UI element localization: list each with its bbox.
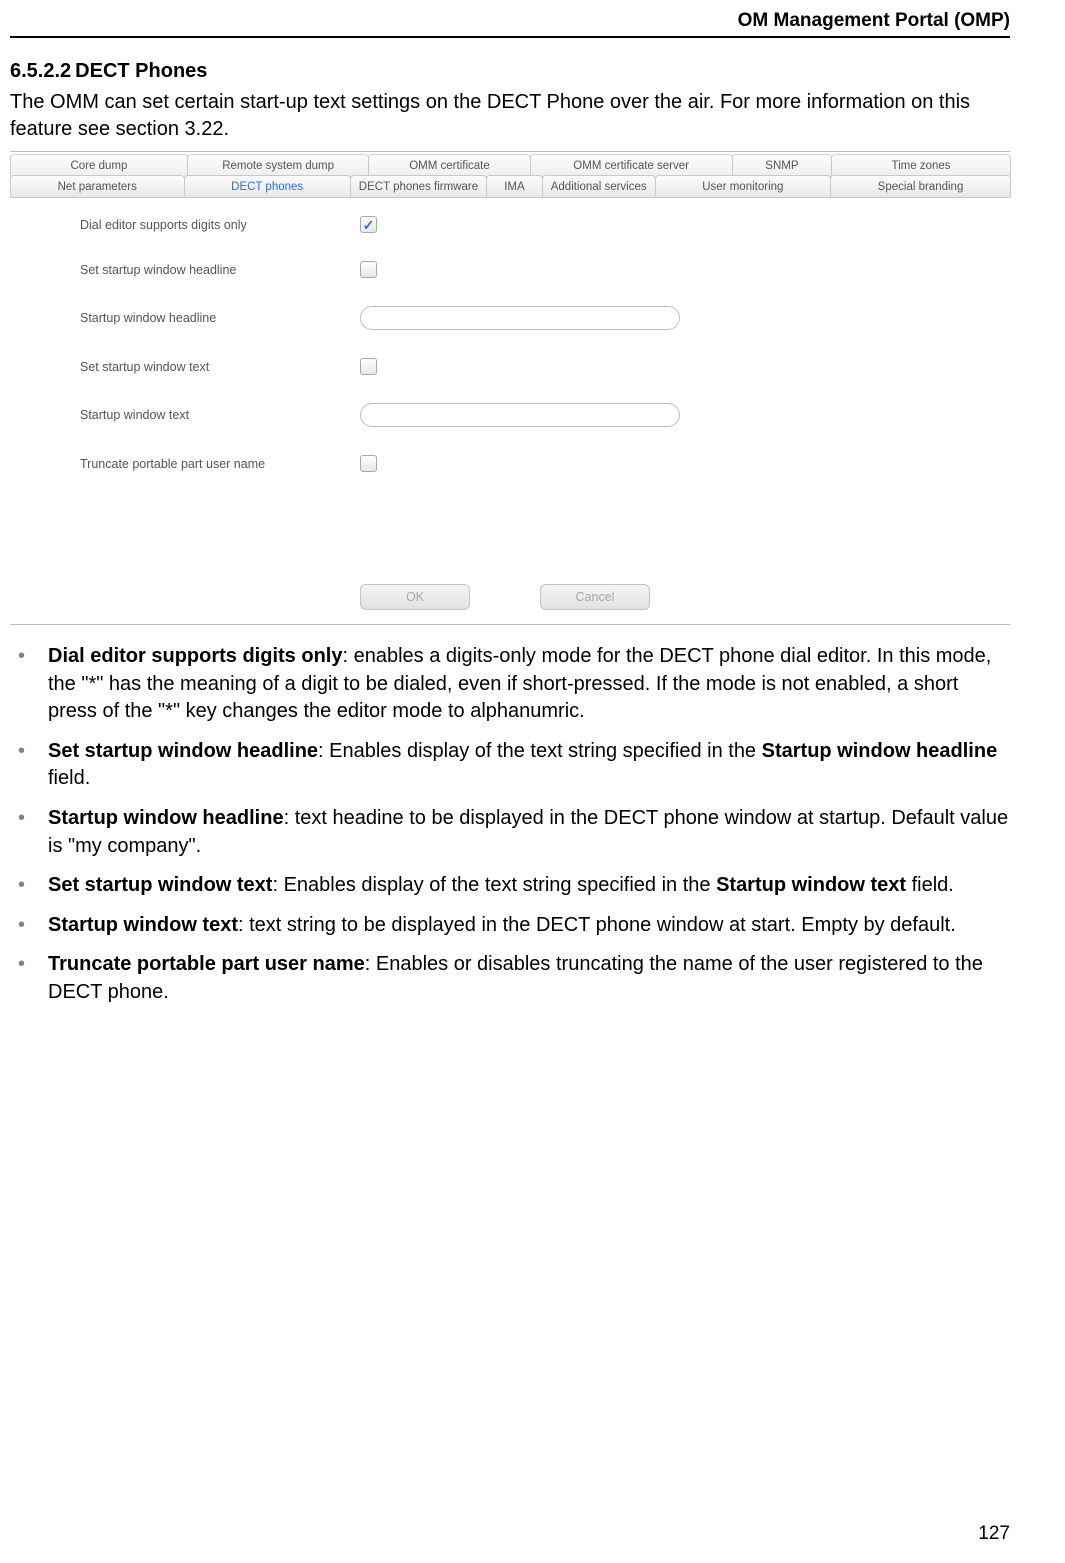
bullet-set-startup-window-text: Set startup window text: Enables display… (10, 872, 1010, 900)
section-title: DECT Phones (75, 60, 207, 82)
checkbox-dial-editor-digits-only[interactable] (360, 216, 377, 233)
page-header: OM Management Portal (OMP) (10, 10, 1010, 32)
row-set-startup-window-text: Set startup window text (80, 358, 980, 375)
label-startup-window-headline: Startup window headline (80, 311, 360, 325)
checkbox-set-startup-window-text[interactable] (360, 358, 377, 375)
tab-user-monitoring[interactable]: User monitoring (655, 175, 831, 197)
bullet-startup-window-headline: Startup window headline: text headine to… (10, 805, 1010, 860)
tab-strip-top: Core dump Remote system dump OMM certifi… (10, 154, 1010, 176)
label-set-startup-window-headline: Set startup window headline (80, 263, 360, 277)
row-startup-window-text: Startup window text (80, 403, 980, 427)
tab-additional-services[interactable]: Additional services (542, 175, 656, 197)
header-rule (10, 36, 1010, 38)
tab-omm-certificate-server[interactable]: OMM certificate server (530, 154, 733, 176)
bullet-dial-editor: Dial editor supports digits only: enable… (10, 643, 1010, 726)
input-startup-window-headline[interactable] (360, 306, 680, 330)
input-startup-window-text[interactable] (360, 403, 680, 427)
tab-net-parameters[interactable]: Net parameters (10, 175, 185, 197)
bullet-startup-window-text: Startup window text: text string to be d… (10, 912, 1010, 940)
page-number: 127 (978, 1523, 1010, 1545)
bullet-list: Dial editor supports digits only: enable… (10, 643, 1010, 1007)
omp-screenshot: Core dump Remote system dump OMM certifi… (10, 151, 1010, 625)
label-set-startup-window-text: Set startup window text (80, 360, 360, 374)
row-set-startup-window-headline: Set startup window headline (80, 261, 980, 278)
row-startup-window-headline: Startup window headline (80, 306, 980, 330)
tab-dect-phones-firmware[interactable]: DECT phones firmware (350, 175, 487, 197)
tab-time-zones[interactable]: Time zones (831, 154, 1011, 176)
row-dial-editor-digits-only: Dial editor supports digits only (80, 216, 980, 233)
tab-snmp[interactable]: SNMP (732, 154, 832, 176)
tab-remote-system-dump[interactable]: Remote system dump (187, 154, 370, 176)
label-startup-window-text: Startup window text (80, 408, 360, 422)
section-heading: 6.5.2.2DECT Phones (10, 60, 1010, 83)
form-area: Dial editor supports digits only Set sta… (10, 198, 1010, 578)
checkbox-set-startup-window-headline[interactable] (360, 261, 377, 278)
tab-core-dump[interactable]: Core dump (10, 154, 188, 176)
section-number: 6.5.2.2 (10, 60, 71, 82)
checkbox-truncate-portable-part-user-name[interactable] (360, 455, 377, 472)
tab-dect-phones[interactable]: DECT phones (184, 175, 351, 197)
tab-omm-certificate[interactable]: OMM certificate (368, 154, 530, 176)
label-truncate-portable-part-user-name: Truncate portable part user name (80, 457, 360, 471)
button-row: OK Cancel (10, 578, 1010, 624)
tab-special-branding[interactable]: Special branding (830, 175, 1011, 197)
row-truncate-portable-part-user-name: Truncate portable part user name (80, 455, 980, 472)
label-dial-editor-digits-only: Dial editor supports digits only (80, 218, 360, 232)
tab-ima[interactable]: IMA (486, 175, 543, 197)
ok-button[interactable]: OK (360, 584, 470, 610)
tab-strip-bottom: Net parameters DECT phones DECT phones f… (10, 175, 1010, 197)
cancel-button[interactable]: Cancel (540, 584, 650, 610)
bullet-truncate-portable-part-user-name: Truncate portable part user name: Enable… (10, 951, 1010, 1006)
bullet-set-startup-window-headline: Set startup window headline: Enables dis… (10, 738, 1010, 793)
intro-paragraph: The OMM can set certain start-up text se… (10, 89, 1010, 143)
